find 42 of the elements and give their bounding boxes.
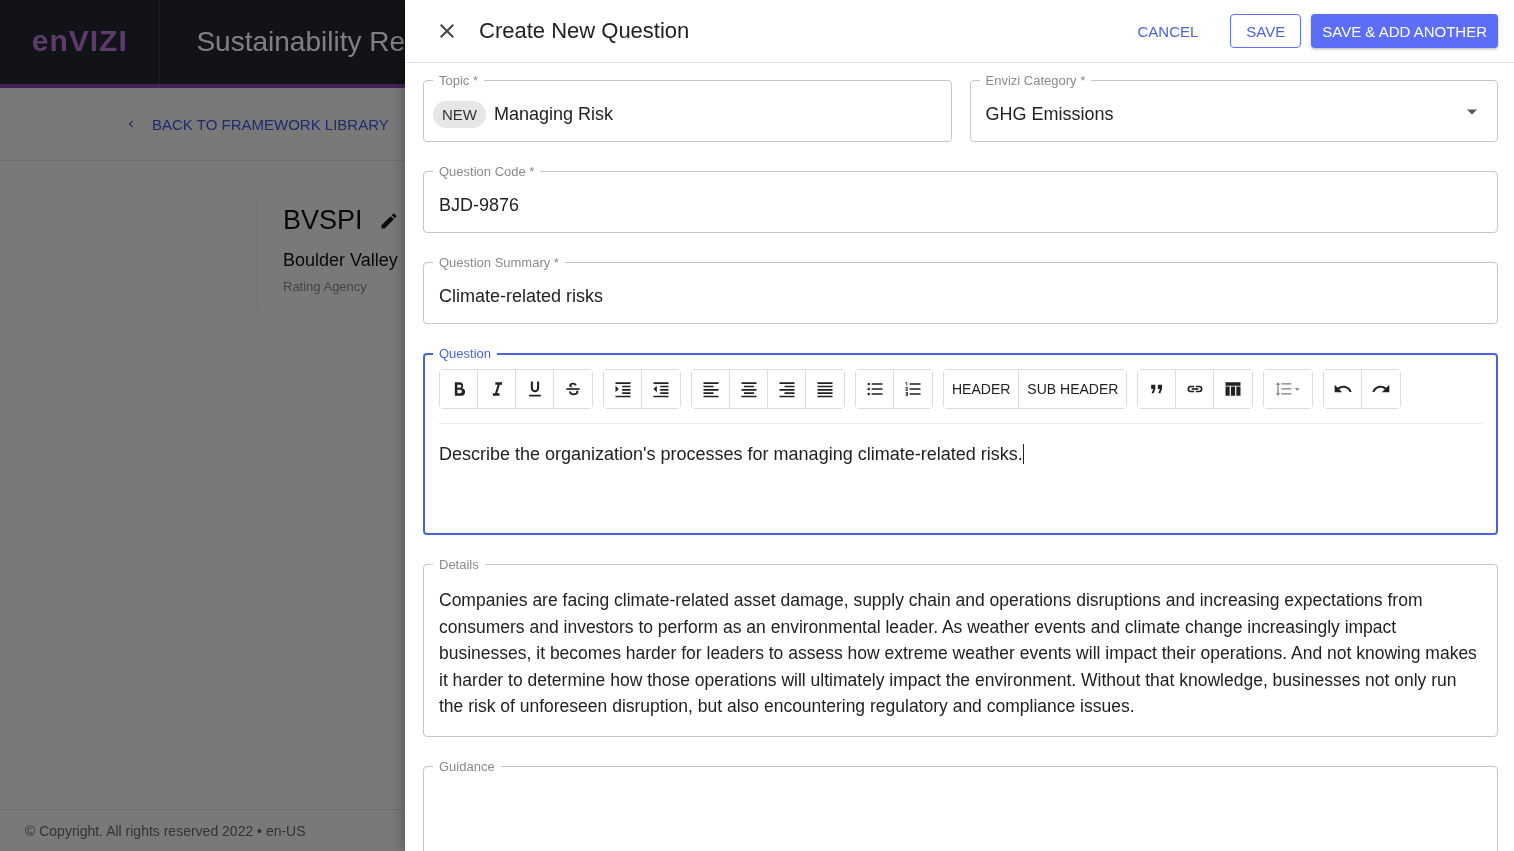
align-left-button[interactable]	[692, 370, 730, 408]
topic-field[interactable]: Topic * NEW Managing Risk	[423, 73, 952, 142]
bold-button[interactable]	[440, 370, 478, 408]
outdent-icon	[651, 379, 671, 399]
numbered-list-icon	[903, 379, 923, 399]
field-label: Guidance	[438, 758, 496, 774]
field-value: GHG Emissions	[985, 104, 1114, 125]
quote-button[interactable]	[1138, 370, 1177, 408]
field-label: Envizi Category *	[984, 73, 1087, 88]
undo-button[interactable]	[1324, 370, 1363, 408]
field-value: Climate-related risks	[439, 286, 604, 307]
cancel-link[interactable]: CANCEL	[1121, 14, 1215, 48]
field-label: Details	[438, 557, 480, 572]
category-dropdown[interactable]: Envizi Category * GHG Emissions	[969, 73, 1498, 142]
copyright-text: © Copyright. All rights reserved 2022 • en-US	[25, 822, 306, 839]
question-editor[interactable]: Question HEADER SUB HEADER Describe the organization's processes for managing climate-related risks.	[423, 346, 1498, 535]
field-value: Managing Risk	[494, 104, 614, 125]
text-cursor	[1022, 444, 1024, 464]
table-icon	[1223, 379, 1244, 399]
save-button[interactable]: SAVE	[1230, 14, 1302, 48]
details-text: Companies are facing climate-related asset damage, supply chain and operations disruptions and increasing expectations from consumers and investors to perform as an environmental leader. As weather events and climate change increasingly impact businesses, it becomes harder for leaders to assess how extreme weather events will impact their operations. And not knowing makes it harder to determine how those operations will ultimately impact the environment. Without that knowledge, businesses not only run the risk of unforeseen disruption, but also encountering regulatory and compliance issues.	[439, 589, 1478, 718]
record-subtitle: Boulder Valley	[283, 250, 399, 271]
record-title: BVSPI	[283, 205, 363, 236]
field-label: Question Summary *	[438, 255, 560, 270]
toolbar-button[interactable]: HEADER	[944, 370, 1020, 408]
line-spacing-button[interactable]	[1264, 370, 1313, 408]
question-summary-field[interactable]: Question Summary * Climate-related risks	[423, 255, 1498, 324]
logo: enVIZI	[31, 24, 128, 59]
details-field[interactable]	[423, 557, 1498, 737]
bullet-list-button[interactable]	[856, 370, 894, 408]
question-text: Describe the organization's processes for managing climate-related risks.	[439, 444, 1023, 464]
drawer-title: Create New Question	[479, 18, 691, 44]
save-and-add-button[interactable]: SAVE & ADD ANOTHER	[1311, 14, 1498, 48]
question-code-field[interactable]: Question Code * BJD-9876	[423, 164, 1498, 233]
field-label: Question Code *	[438, 164, 536, 179]
field-label: Question	[438, 346, 493, 361]
indent-button[interactable]	[604, 370, 642, 408]
field-value: BJD-9876	[439, 195, 520, 216]
justify-icon	[815, 379, 835, 399]
new-tag: NEW	[433, 101, 486, 128]
field-label: Topic *	[438, 73, 480, 88]
app-title: Sustainability Re	[196, 26, 405, 58]
